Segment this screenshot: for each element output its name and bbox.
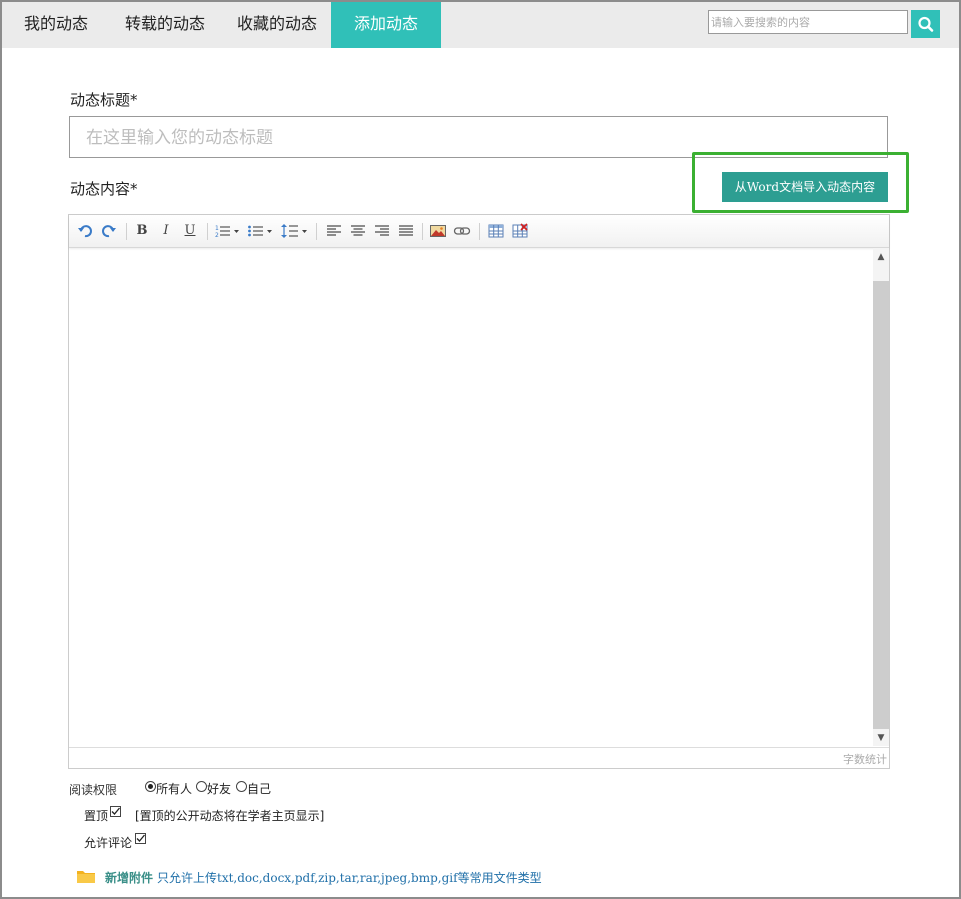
word-count: 字数统计 bbox=[843, 753, 887, 766]
delete-table-icon[interactable] bbox=[511, 222, 529, 240]
import-word-button[interactable]: 从Word文档导入动态内容 bbox=[722, 172, 888, 202]
allow-comment-checkbox[interactable] bbox=[135, 833, 146, 844]
search-icon bbox=[918, 16, 934, 32]
unordered-list-icon[interactable] bbox=[247, 222, 275, 240]
allow-comment-label: 允许评论 bbox=[84, 836, 133, 850]
editor-scrollbar[interactable]: ▲ ▼ bbox=[873, 248, 889, 746]
toolbar-separator bbox=[126, 223, 127, 240]
top-nav: 我的动态 转载的动态 收藏的动态 添加动态 bbox=[2, 2, 959, 48]
bold-button[interactable]: B bbox=[133, 222, 151, 240]
toolbar-separator bbox=[479, 223, 480, 240]
align-right-icon[interactable] bbox=[373, 222, 391, 240]
scroll-down-icon[interactable]: ▼ bbox=[873, 731, 889, 745]
undo-icon[interactable] bbox=[76, 222, 94, 240]
align-left-icon[interactable] bbox=[325, 222, 343, 240]
editor-toolbar: B I U 1 2 bbox=[69, 215, 889, 248]
tab-my-posts[interactable]: 我的动态 bbox=[8, 2, 104, 48]
insert-table-icon[interactable] bbox=[487, 222, 505, 240]
svg-text:1: 1 bbox=[215, 225, 219, 232]
checkmark-icon bbox=[111, 807, 120, 815]
underline-button[interactable]: U bbox=[181, 222, 199, 240]
read-permission-label: 阅读权限 bbox=[69, 783, 118, 797]
line-height-icon[interactable] bbox=[281, 222, 309, 240]
editor-statusbar: 字数统计 bbox=[69, 747, 889, 769]
insert-image-icon[interactable] bbox=[429, 222, 447, 240]
pin-checkbox[interactable] bbox=[110, 806, 121, 817]
toolbar-separator bbox=[207, 223, 208, 240]
attachment-hint: 只允许上传txt,doc,docx,pdf,zip,tar,rar,jpeg,b… bbox=[157, 871, 542, 885]
editor-content-area[interactable] bbox=[69, 248, 873, 746]
radio-everyone[interactable] bbox=[145, 781, 156, 792]
radio-self-label: 自己 bbox=[247, 782, 272, 796]
radio-self[interactable] bbox=[236, 781, 247, 792]
folder-icon bbox=[77, 871, 95, 883]
redo-icon[interactable] bbox=[100, 222, 118, 240]
italic-button[interactable]: I bbox=[157, 222, 175, 240]
radio-friends-label: 好友 bbox=[207, 782, 232, 796]
pin-label: 置顶 bbox=[84, 809, 109, 823]
checkmark-icon bbox=[136, 834, 145, 842]
add-attachment-link[interactable]: 新增附件 bbox=[105, 869, 153, 886]
radio-friends[interactable] bbox=[196, 781, 207, 792]
search-button[interactable] bbox=[911, 10, 940, 38]
ordered-list-icon[interactable]: 1 2 bbox=[214, 222, 242, 240]
search-box bbox=[708, 10, 908, 34]
svg-text:2: 2 bbox=[215, 232, 219, 239]
title-label: 动态标题* bbox=[70, 91, 138, 109]
toolbar-separator bbox=[422, 223, 423, 240]
content-label: 动态内容* bbox=[70, 180, 138, 198]
tab-add-post[interactable]: 添加动态 bbox=[331, 2, 441, 48]
tab-favorites[interactable]: 收藏的动态 bbox=[222, 2, 332, 48]
align-center-icon[interactable] bbox=[349, 222, 367, 240]
page-frame: 我的动态 转载的动态 收藏的动态 添加动态 动态标题* 动态内容* 从Word文… bbox=[0, 0, 961, 899]
scrollbar-thumb[interactable] bbox=[873, 281, 889, 729]
align-justify-icon[interactable] bbox=[397, 222, 415, 240]
search-input[interactable] bbox=[709, 12, 903, 33]
tab-reposted[interactable]: 转载的动态 bbox=[110, 2, 220, 48]
scroll-up-icon[interactable]: ▲ bbox=[873, 250, 889, 264]
insert-link-icon[interactable] bbox=[453, 222, 471, 240]
rich-text-editor: B I U 1 2 ▲ ▼ 字数统计 bbox=[68, 214, 890, 769]
radio-everyone-label: 所有人 bbox=[156, 782, 193, 796]
toolbar-separator bbox=[316, 223, 317, 240]
pin-note: [置顶的公开动态将在学者主页显示] bbox=[135, 809, 325, 823]
